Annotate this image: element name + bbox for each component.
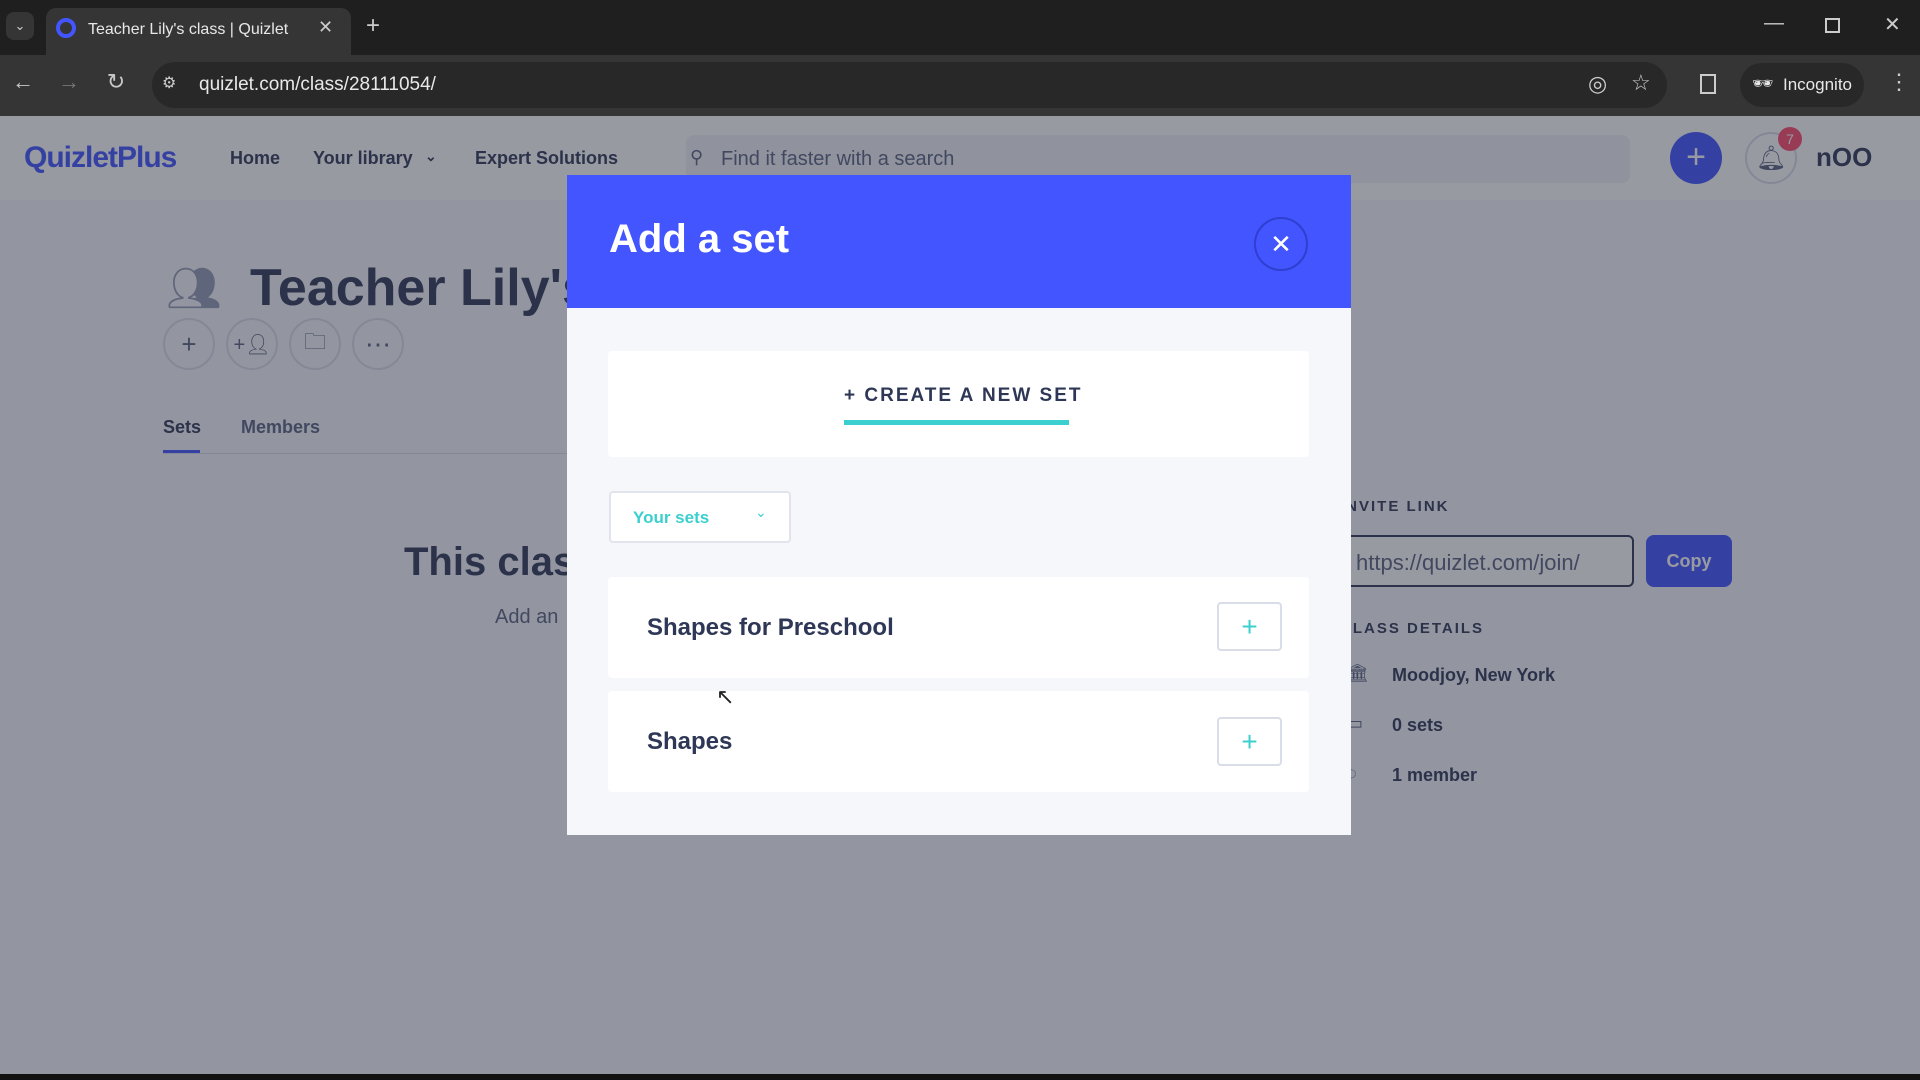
close-modal-button[interactable]: ✕ bbox=[1254, 217, 1308, 271]
set-title: Shapes bbox=[647, 728, 733, 755]
eye-off-icon[interactable]: ◎ bbox=[1588, 71, 1607, 97]
create-new-set-card: + CREATE A NEW SET bbox=[608, 351, 1309, 457]
minimize-icon[interactable]: — bbox=[1764, 12, 1784, 35]
modal-title: Add a set bbox=[609, 217, 790, 261]
url-text: quizlet.com/class/28111054/ bbox=[199, 74, 436, 95]
back-icon[interactable]: ← bbox=[8, 69, 38, 95]
incognito-indicator[interactable]: 🕶 Incognito bbox=[1740, 63, 1864, 107]
forward-icon[interactable]: → bbox=[54, 69, 84, 95]
tab-title: Teacher Lily's class | Quizlet bbox=[88, 21, 289, 38]
maximize-icon[interactable] bbox=[1825, 18, 1840, 33]
address-toolbar: ← → ↻ ⚙ quizlet.com/class/28111054/ ◎ ☆ … bbox=[0, 55, 1920, 116]
side-panel-icon[interactable] bbox=[1700, 74, 1716, 94]
reload-icon[interactable]: ↻ bbox=[101, 69, 131, 95]
address-bar[interactable]: ⚙ quizlet.com/class/28111054/ ◎ ☆ bbox=[152, 62, 1667, 108]
new-tab-button[interactable]: + bbox=[366, 12, 380, 40]
set-filter-dropdown[interactable]: Your sets ⌄ bbox=[609, 491, 791, 543]
site-info-icon[interactable]: ⚙ bbox=[162, 73, 176, 93]
browser-tab-bar: ⌄ Teacher Lily's class | Quizlet ✕ + — ✕ bbox=[0, 0, 1920, 55]
create-link-underline bbox=[844, 420, 1069, 425]
chevron-down-icon: ⌄ bbox=[755, 504, 767, 520]
mouse-cursor-icon: ↖ bbox=[716, 684, 735, 709]
tab-close-icon[interactable]: ✕ bbox=[318, 17, 333, 38]
set-list-item: Shapes + bbox=[608, 691, 1309, 792]
bookmark-star-icon[interactable]: ☆ bbox=[1631, 70, 1651, 96]
quizlet-favicon-icon bbox=[56, 18, 76, 38]
set-title: Shapes for Preschool bbox=[647, 614, 894, 641]
browser-menu-icon[interactable]: ⋮ bbox=[1888, 69, 1910, 95]
create-new-set-link[interactable]: + CREATE A NEW SET bbox=[844, 385, 1083, 407]
add-set-plus-button[interactable]: + bbox=[1217, 602, 1282, 651]
add-set-plus-button[interactable]: + bbox=[1217, 717, 1282, 766]
modal-header: Add a set ✕ bbox=[567, 175, 1351, 308]
close-window-icon[interactable]: ✕ bbox=[1884, 12, 1901, 37]
browser-tab[interactable]: Teacher Lily's class | Quizlet ✕ bbox=[46, 8, 351, 55]
add-set-modal: Add a set ✕ + CREATE A NEW SET Your sets… bbox=[567, 175, 1351, 835]
tab-search-button[interactable]: ⌄ bbox=[6, 12, 34, 40]
set-list-item: Shapes for Preschool + bbox=[608, 577, 1309, 678]
screen-bottom-edge bbox=[0, 1074, 1920, 1080]
incognito-icon: 🕶 bbox=[1752, 74, 1774, 93]
